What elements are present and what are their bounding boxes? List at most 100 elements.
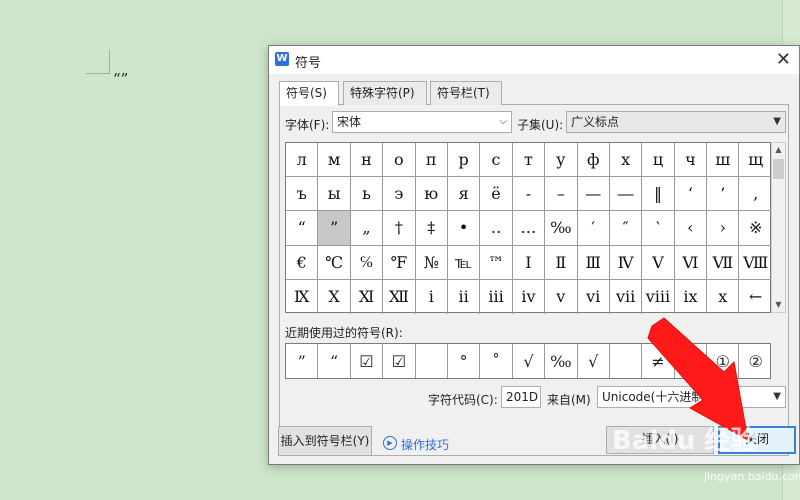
- symbol-cell[interactable]: Ⅱ: [545, 245, 578, 280]
- recent-symbol-cell[interactable]: ˚: [480, 344, 513, 378]
- symbol-cell[interactable]: ℃: [318, 245, 351, 280]
- recent-symbol-cell[interactable]: √: [675, 344, 708, 378]
- symbol-cell[interactable]: м: [318, 143, 351, 178]
- symbol-cell[interactable]: ‥: [480, 211, 513, 246]
- document-text[interactable]: “”: [113, 70, 128, 88]
- insert-to-symbol-bar-button[interactable]: 插入到符号栏(Y): [278, 426, 372, 456]
- recent-symbol-cell[interactable]: ☑: [351, 344, 384, 378]
- symbol-cell[interactable]: Ⅸ: [286, 279, 319, 314]
- font-select[interactable]: 宋体 ⌵: [332, 111, 512, 133]
- symbol-cell[interactable]: ‚: [739, 177, 772, 212]
- symbol-cell[interactable]: ⅹ: [707, 279, 740, 314]
- symbol-cell[interactable]: р: [447, 143, 481, 178]
- symbol-cell[interactable]: •: [447, 211, 481, 246]
- symbol-cell[interactable]: ‹: [674, 211, 708, 246]
- symbol-cell[interactable]: ′: [577, 211, 610, 246]
- symbol-cell[interactable]: ⅰ: [416, 279, 448, 314]
- recent-symbol-cell[interactable]: ①: [707, 344, 740, 378]
- symbol-cell[interactable]: ы: [318, 177, 351, 212]
- dialog-close-icon[interactable]: ✕: [776, 49, 791, 70]
- symbol-cell[interactable]: щ: [739, 143, 772, 178]
- symbol-cell[interactable]: №: [415, 245, 448, 280]
- symbol-cell[interactable]: ⅲ: [480, 279, 513, 314]
- recent-symbol-cell[interactable]: √: [578, 344, 610, 378]
- recent-symbol-cell[interactable]: ”: [286, 344, 319, 378]
- symbol-cell[interactable]: ⅸ: [675, 279, 708, 314]
- scroll-down-icon[interactable]: ▼: [772, 298, 785, 312]
- symbol-cell[interactable]: ™: [480, 245, 513, 280]
- symbol-cell[interactable]: ‡: [415, 211, 448, 246]
- symbol-cell[interactable]: Ⅶ: [707, 245, 740, 280]
- symbol-cell[interactable]: €: [286, 245, 319, 280]
- symbol-cell[interactable]: †: [383, 211, 416, 246]
- from-select[interactable]: Unicode(十六进制) ▼: [597, 386, 786, 408]
- symbol-cell[interactable]: ‘: [674, 177, 708, 212]
- symbol-cell[interactable]: у: [545, 143, 578, 178]
- symbol-cell[interactable]: т: [512, 143, 546, 178]
- symbol-cell[interactable]: ф: [577, 143, 610, 178]
- symbol-cell[interactable]: ш: [707, 143, 740, 178]
- recent-symbol-cell[interactable]: √: [513, 344, 546, 378]
- symbol-cell[interactable]: –: [545, 177, 578, 212]
- symbol-cell[interactable]: Ⅷ: [739, 246, 772, 280]
- recent-symbol-cell[interactable]: [416, 344, 448, 378]
- symbol-cell[interactable]: Ⅻ: [383, 279, 416, 314]
- tab-symbols[interactable]: 符号(S): [279, 81, 339, 106]
- symbol-cell[interactable]: ц: [642, 143, 675, 178]
- symbol-cell[interactable]: ※: [739, 211, 772, 246]
- symbol-cell[interactable]: ℉: [383, 245, 416, 280]
- symbol-cell[interactable]: ъ: [286, 177, 319, 212]
- symbol-cell[interactable]: ℅: [350, 245, 384, 280]
- symbol-cell[interactable]: ⅶ: [610, 279, 643, 314]
- symbol-cell[interactable]: я: [447, 177, 481, 212]
- tab-symbol-bar[interactable]: 符号栏(T): [430, 81, 502, 105]
- symbol-cell[interactable]: Ⅳ: [609, 245, 643, 280]
- symbol-cell[interactable]: ‰: [545, 211, 578, 246]
- symbol-cell[interactable]: Ⅺ: [351, 279, 384, 314]
- symbol-cell[interactable]: ⅷ: [642, 279, 675, 314]
- symbol-cell[interactable]: х: [609, 143, 643, 178]
- symbol-cell[interactable]: ⅱ: [448, 279, 481, 314]
- symbol-cell[interactable]: ‐: [512, 177, 546, 212]
- recent-symbol-cell[interactable]: ‰: [545, 344, 578, 378]
- symbol-cell[interactable]: э: [383, 177, 416, 212]
- symbol-cell[interactable]: Ⅰ: [512, 245, 546, 280]
- scroll-up-icon[interactable]: ▲: [772, 143, 785, 157]
- symbol-cell[interactable]: ⅴ: [545, 279, 578, 314]
- recent-symbol-cell[interactable]: ☑: [383, 344, 416, 378]
- symbol-cell[interactable]: ⅵ: [578, 279, 610, 314]
- symbol-cell[interactable]: ―: [609, 177, 643, 212]
- symbol-cell[interactable]: ь: [350, 177, 384, 212]
- symbol-cell[interactable]: —: [577, 177, 610, 212]
- scroll-thumb[interactable]: [773, 159, 784, 179]
- symbol-cell[interactable]: ‵: [642, 211, 675, 246]
- symbol-cell[interactable]: ⅳ: [513, 279, 546, 314]
- symbol-cell[interactable]: ›: [707, 211, 740, 246]
- symbol-grid-scrollbar[interactable]: ▲ ▼: [771, 142, 786, 313]
- tab-special-chars[interactable]: 特殊字符(P): [343, 81, 427, 105]
- symbol-cell[interactable]: п: [415, 143, 448, 178]
- symbol-cell[interactable]: н: [350, 143, 384, 178]
- recent-symbol-cell[interactable]: “: [318, 344, 351, 378]
- symbol-cell[interactable]: “: [286, 211, 319, 246]
- symbol-cell[interactable]: ”: [318, 211, 351, 246]
- symbol-cell[interactable]: ″: [609, 211, 643, 246]
- symbol-cell[interactable]: ю: [415, 177, 448, 212]
- symbol-cell[interactable]: ℡: [447, 245, 481, 280]
- symbol-cell[interactable]: Ⅵ: [674, 245, 708, 280]
- symbol-cell[interactable]: ‖: [642, 177, 675, 212]
- symbol-cell[interactable]: …: [512, 211, 546, 246]
- symbol-cell[interactable]: ←: [739, 280, 771, 314]
- symbol-cell[interactable]: ’: [707, 177, 740, 212]
- symbol-cell[interactable]: о: [383, 143, 416, 178]
- recent-symbol-cell[interactable]: ②: [739, 344, 771, 378]
- recent-symbol-cell[interactable]: ≠: [642, 344, 675, 378]
- subset-select[interactable]: 广义标点 ▼: [566, 111, 786, 133]
- symbol-cell[interactable]: ё: [480, 177, 513, 212]
- symbol-cell[interactable]: „: [350, 211, 384, 246]
- symbol-cell[interactable]: с: [480, 143, 513, 178]
- symbol-cell[interactable]: Ⅴ: [642, 245, 675, 280]
- symbol-cell[interactable]: ч: [674, 143, 708, 178]
- symbol-cell[interactable]: Ⅹ: [318, 279, 351, 314]
- symbol-cell[interactable]: л: [286, 143, 319, 178]
